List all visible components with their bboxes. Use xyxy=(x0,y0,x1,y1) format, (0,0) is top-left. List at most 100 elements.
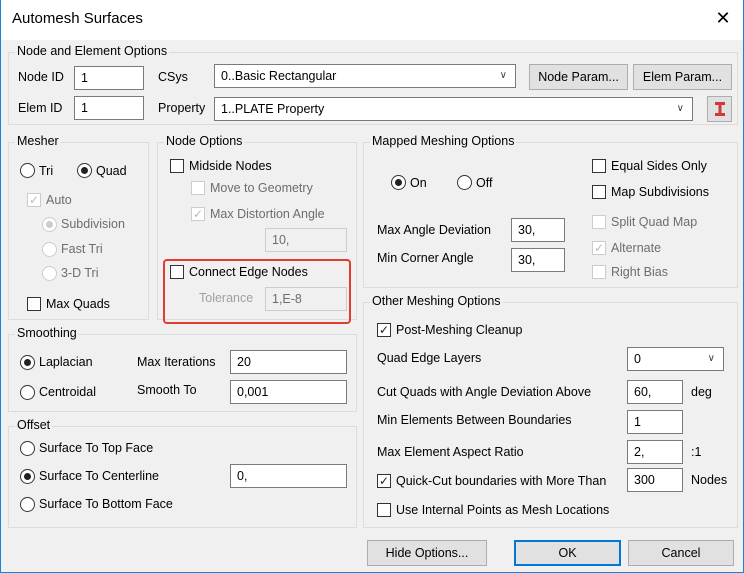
csys-label: CSys xyxy=(158,70,188,84)
property-select[interactable]: 1..PLATE Property ∨ xyxy=(214,97,693,121)
tolerance-input[interactable]: 1,E-8 xyxy=(265,287,347,311)
centroidal-label: Centroidal xyxy=(39,385,96,399)
max-iterations-input[interactable]: 20 xyxy=(230,350,347,374)
group-legend: Mapped Meshing Options xyxy=(370,134,517,148)
offset-input[interactable]: 0, xyxy=(230,464,347,488)
right-bias-checkbox[interactable] xyxy=(592,265,606,279)
bottom-face-label: Surface To Bottom Face xyxy=(39,497,173,511)
max-iterations-label: Max Iterations xyxy=(137,355,216,369)
mapped-on-label: On xyxy=(410,176,427,190)
centerline-radio[interactable] xyxy=(20,469,35,484)
quick-cut-input[interactable]: 300 xyxy=(627,468,683,492)
top-face-label: Surface To Top Face xyxy=(39,441,154,455)
group-legend: Smoothing xyxy=(15,326,79,340)
max-angle-deviation-label: Max Angle Deviation xyxy=(377,223,491,237)
midside-nodes-checkbox[interactable] xyxy=(170,159,184,173)
max-distortion-input[interactable]: 10, xyxy=(265,228,347,252)
auto-label: Auto xyxy=(46,193,72,207)
elem-id-input[interactable]: 1 xyxy=(74,96,144,120)
close-icon[interactable]: ✕ xyxy=(713,8,733,29)
move-to-geometry-checkbox[interactable] xyxy=(191,181,205,195)
centroidal-radio[interactable] xyxy=(20,385,35,400)
centerline-label: Surface To Centerline xyxy=(39,469,159,483)
subdivision-radio[interactable] xyxy=(42,217,57,232)
property-value: 1..PLATE Property xyxy=(221,102,325,116)
title-bar: Automesh Surfaces ✕ xyxy=(1,0,743,40)
chevron-down-icon: ∨ xyxy=(707,353,715,364)
mapped-off-radio[interactable] xyxy=(457,175,472,190)
node-id-label: Node ID xyxy=(18,70,64,84)
csys-select[interactable]: 0..Basic Rectangular ∨ xyxy=(214,64,516,88)
tri-radio[interactable] xyxy=(20,163,35,178)
cut-quads-input[interactable]: 60, xyxy=(627,380,683,404)
max-angle-deviation-input[interactable]: 30, xyxy=(511,218,565,242)
max-distortion-label: Max Distortion Angle xyxy=(210,207,325,221)
fast-tri-label: Fast Tri xyxy=(61,242,103,256)
elem-param-button[interactable]: Elem Param... xyxy=(633,64,732,90)
min-corner-angle-input[interactable]: 30, xyxy=(511,248,565,272)
smooth-to-label: Smooth To xyxy=(137,383,197,397)
3d-tri-radio[interactable] xyxy=(42,266,57,281)
right-bias-label: Right Bias xyxy=(611,265,668,279)
fast-tri-radio[interactable] xyxy=(42,242,57,257)
equal-sides-checkbox[interactable] xyxy=(592,159,606,173)
top-face-radio[interactable] xyxy=(20,441,35,456)
group-legend: Mesher xyxy=(15,134,61,148)
midside-nodes-label: Midside Nodes xyxy=(189,159,272,173)
alternate-checkbox[interactable]: ✓ xyxy=(592,241,606,255)
map-subdivisions-checkbox[interactable] xyxy=(592,185,606,199)
smooth-to-input[interactable]: 0,001 xyxy=(230,380,347,404)
group-legend: Offset xyxy=(15,418,53,432)
mapped-off-label: Off xyxy=(476,176,493,190)
split-quad-map-checkbox[interactable] xyxy=(592,215,606,229)
ok-button[interactable]: OK xyxy=(514,540,621,566)
3d-tri-label: 3-D Tri xyxy=(61,266,99,280)
cancel-button[interactable]: Cancel xyxy=(628,540,734,566)
bottom-face-radio[interactable] xyxy=(20,497,35,512)
min-elements-input[interactable]: 1 xyxy=(627,410,683,434)
node-param-button[interactable]: Node Param... xyxy=(529,64,628,90)
plate-property-icon xyxy=(714,102,725,116)
quick-cut-unit: Nodes xyxy=(691,473,728,487)
min-elements-label: Min Elements Between Boundaries xyxy=(377,413,572,427)
chevron-down-icon: ∨ xyxy=(676,103,684,114)
move-to-geometry-label: Move to Geometry xyxy=(210,181,313,195)
group-legend: Node Options xyxy=(164,134,245,148)
laplacian-label: Laplacian xyxy=(39,355,93,369)
connect-edge-nodes-checkbox[interactable] xyxy=(170,265,184,279)
max-quads-checkbox[interactable] xyxy=(27,297,41,311)
quad-edge-layers-select[interactable]: 0 ∨ xyxy=(627,347,724,371)
quad-edge-layers-label: Quad Edge Layers xyxy=(377,351,482,365)
min-corner-angle-label: Min Corner Angle xyxy=(377,251,474,265)
quad-edge-layers-value: 0 xyxy=(634,352,641,366)
split-quad-map-label: Split Quad Map xyxy=(611,215,698,229)
alternate-label: Alternate xyxy=(611,241,662,255)
map-subdivisions-label: Map Subdivisions xyxy=(611,185,709,199)
quad-label: Quad xyxy=(96,164,127,178)
equal-sides-label: Equal Sides Only xyxy=(611,159,707,173)
window-title: Automesh Surfaces xyxy=(12,10,143,27)
internal-points-checkbox[interactable] xyxy=(377,503,391,517)
cut-quads-label: Cut Quads with Angle Deviation Above xyxy=(377,385,592,399)
aspect-ratio-input[interactable]: 2, xyxy=(627,440,683,464)
subdivision-label: Subdivision xyxy=(61,217,125,231)
property-editor-button[interactable] xyxy=(707,96,732,122)
hide-options-button[interactable]: Hide Options... xyxy=(367,540,487,566)
quick-cut-label: Quick-Cut boundaries with More Than xyxy=(396,474,607,488)
internal-points-label: Use Internal Points as Mesh Locations xyxy=(396,503,610,517)
node-id-input[interactable]: 1 xyxy=(74,66,144,90)
cut-quads-unit: deg xyxy=(691,385,712,399)
post-meshing-cleanup-checkbox[interactable]: ✓ xyxy=(377,323,391,337)
auto-checkbox[interactable]: ✓ xyxy=(27,193,41,207)
quick-cut-checkbox[interactable]: ✓ xyxy=(377,474,391,488)
quad-radio[interactable] xyxy=(77,163,92,178)
automesh-dialog: Automesh Surfaces ✕ Node and Element Opt… xyxy=(0,0,744,573)
property-label: Property xyxy=(158,101,206,115)
max-distortion-checkbox[interactable]: ✓ xyxy=(191,207,205,221)
chevron-down-icon: ∨ xyxy=(499,70,507,81)
laplacian-radio[interactable] xyxy=(20,355,35,370)
tri-label: Tri xyxy=(39,164,54,178)
mapped-on-radio[interactable] xyxy=(391,175,406,190)
aspect-ratio-unit: :1 xyxy=(691,445,702,459)
group-legend: Other Meshing Options xyxy=(370,294,503,308)
